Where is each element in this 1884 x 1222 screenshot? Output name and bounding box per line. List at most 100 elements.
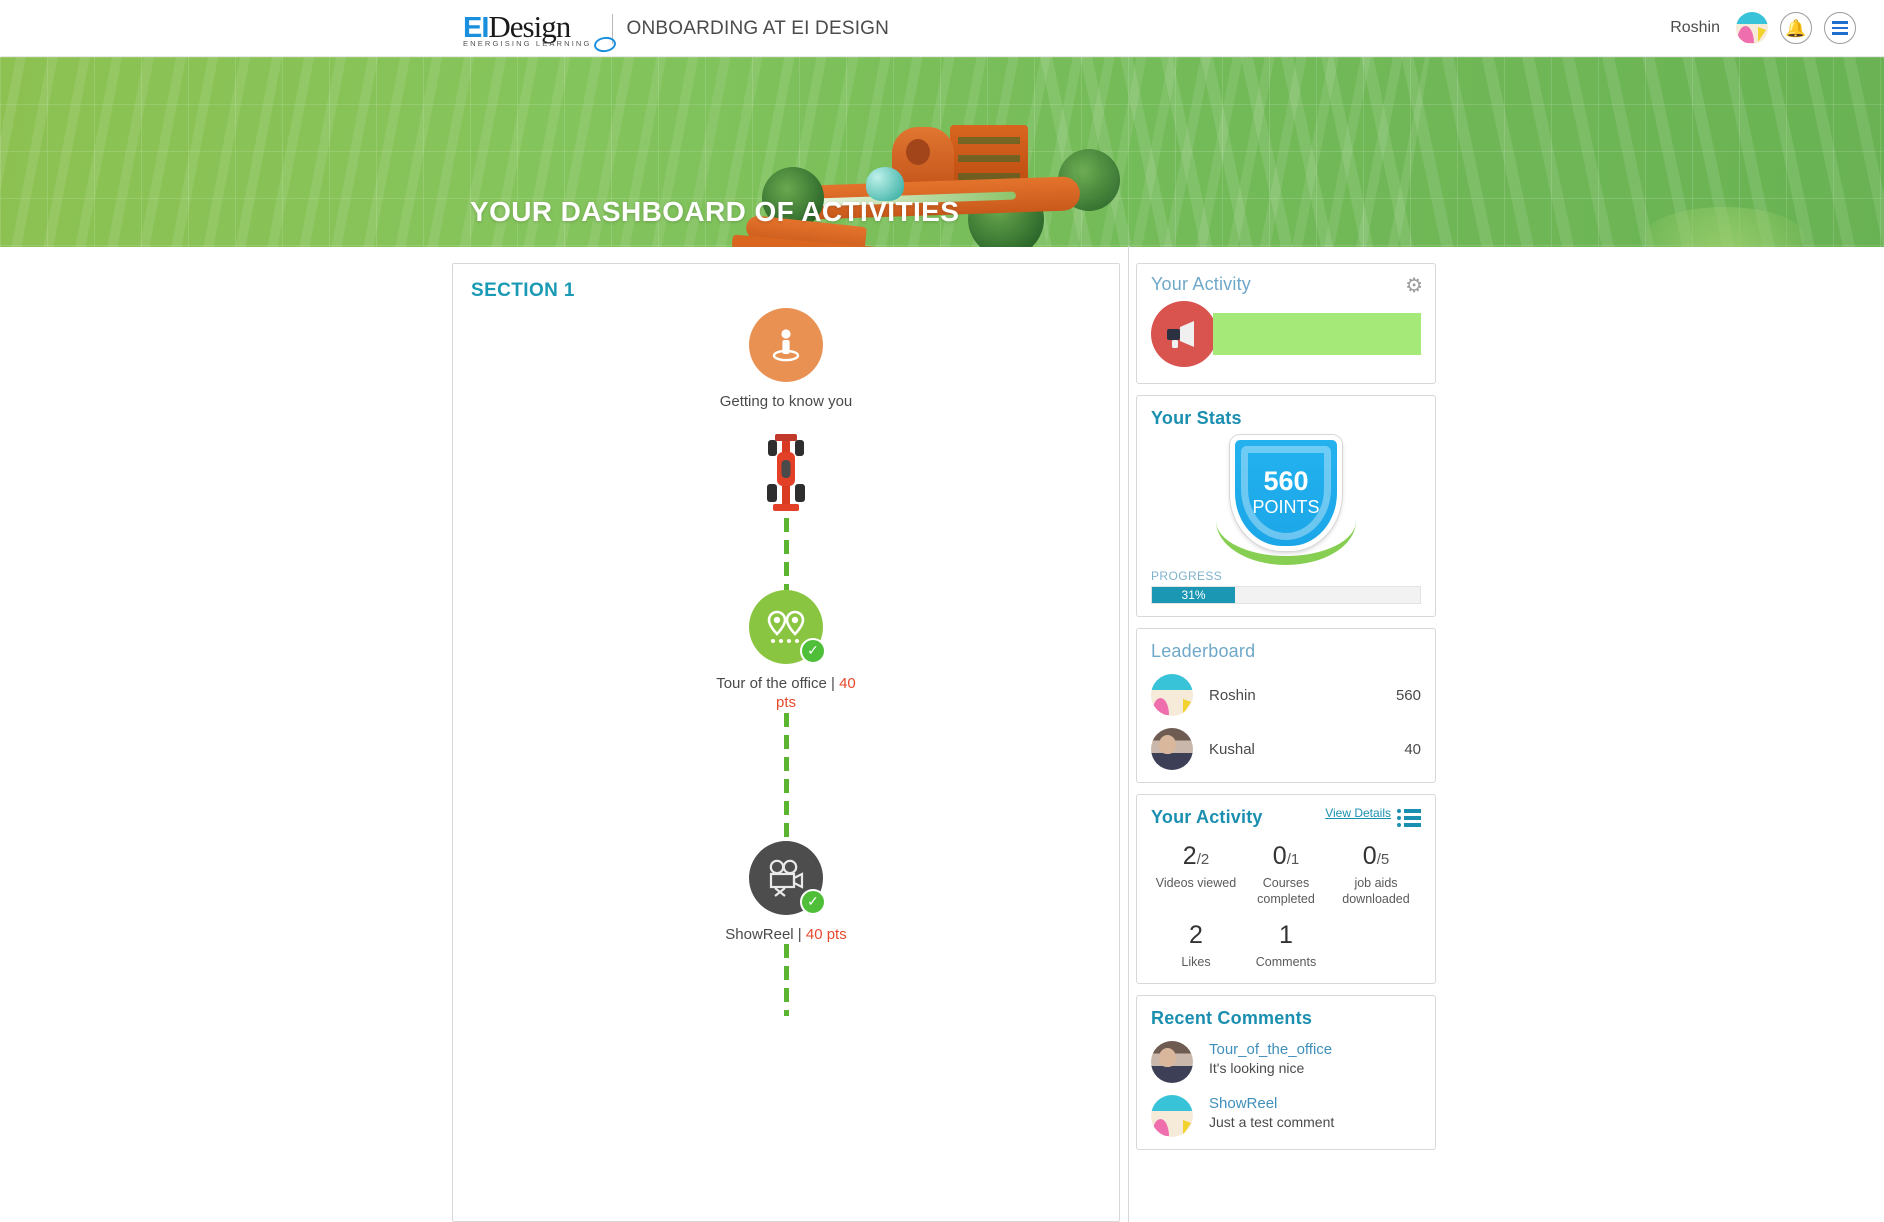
recent-comments-title: Recent Comments: [1151, 1007, 1313, 1028]
comment-text: Just a test comment: [1209, 1113, 1335, 1130]
avatar: [1151, 728, 1193, 770]
activity-stats-row-1: 2/2 Videos viewed 0/1 Courses completed …: [1151, 844, 1421, 907]
path-connector: [783, 517, 789, 590]
stat-job-aids-downloaded: 0/5 job aids downloaded: [1331, 844, 1421, 907]
stat-value: 0/5: [1331, 844, 1421, 869]
top-bar: EIDesign ENERGISING LEARNING ONBOARDING …: [0, 0, 1884, 57]
leaderboard-title: Leaderboard: [1151, 641, 1256, 661]
activity-stats-title: Your Activity: [1151, 807, 1263, 827]
node-points: 40 pts: [805, 925, 847, 943]
stat-label: Courses completed: [1257, 876, 1315, 906]
page-title: YOUR DASHBOARD OF ACTIVITIES: [470, 196, 960, 227]
comment-row[interactable]: Tour_of_the_office It's looking nice: [1151, 1040, 1421, 1083]
announcement-row[interactable]: [1151, 301, 1421, 367]
list-icon[interactable]: [1397, 807, 1421, 827]
stat-number: 0: [1272, 842, 1287, 870]
stat-label: job aids downloaded: [1342, 876, 1410, 906]
announcement-banner: [1213, 313, 1421, 355]
leaderboard-row[interactable]: Roshin 560: [1151, 674, 1421, 716]
node-label-text: Tour of the office |: [716, 674, 840, 692]
leaderboard-name: Roshin: [1209, 686, 1256, 704]
user-name: Roshin: [1670, 19, 1720, 36]
stat-label: Videos viewed: [1155, 876, 1237, 890]
activity-node-label: Getting to know you: [719, 393, 853, 410]
shield-icon: 560 POINTS: [1230, 435, 1342, 551]
menu-button[interactable]: [1824, 12, 1856, 44]
leaderboard-score: 560: [1395, 686, 1421, 704]
activity-node-getting-to-know-you[interactable]: [749, 308, 823, 382]
activity-stats-header: Your Activity View Details: [1151, 806, 1421, 828]
leaderboard-card: Leaderboard Roshin 560 Kushal 40: [1136, 628, 1436, 783]
section-title: SECTION 1: [471, 280, 575, 301]
racecar-progress-marker: [763, 426, 809, 518]
stat-value: 0/1: [1241, 844, 1331, 869]
path-connector: [783, 712, 789, 841]
points-label: POINTS: [1252, 497, 1320, 517]
completed-check-icon: ✓: [800, 637, 826, 664]
activity-card-title: Your Activity: [1151, 274, 1251, 294]
your-stats-card: Your Stats 560 POINTS PROGRESS 31%: [1136, 395, 1436, 617]
stat-total: /2: [1196, 851, 1210, 868]
leaderboard-name: Kushal: [1209, 740, 1255, 758]
activity-node-label: Tour of the office | 40 pts: [706, 674, 866, 713]
activity-announcement-card: Your Activity ⚙: [1136, 263, 1436, 384]
person-on-platform-icon: [772, 329, 800, 362]
movie-camera-icon: [769, 859, 804, 897]
ei-design-logo: EIDesign ENERGISING LEARNING: [463, 11, 617, 54]
avatar: [1151, 1040, 1193, 1083]
gear-icon[interactable]: ⚙: [1405, 276, 1423, 296]
leaderboard-score: 40: [1404, 740, 1421, 758]
avatar: [1151, 674, 1193, 716]
section-1-panel: SECTION 1 Getting to know you ✓ Tour of …: [452, 263, 1120, 1222]
leaderboard-row[interactable]: Kushal 40: [1151, 728, 1421, 770]
path-connector: [783, 944, 789, 1016]
main-content: SECTION 1 Getting to know you ✓ Tour of …: [0, 247, 1884, 1222]
stat-label: Comments: [1255, 955, 1317, 970]
activity-node-label: ShowReel | 40 pts: [725, 925, 846, 945]
course-title: ONBOARDING AT EI DESIGN: [626, 18, 890, 40]
view-details-link[interactable]: View Details: [1325, 806, 1391, 821]
stat-likes: 2 Likes: [1151, 923, 1241, 971]
stat-value: 2/2: [1151, 844, 1241, 869]
activity-path: Getting to know you ✓ Tour of the office…: [471, 308, 1101, 1016]
stats-title: Your Stats: [1151, 408, 1242, 428]
stat-total: /5: [1376, 851, 1390, 868]
avatar: [1151, 1094, 1193, 1137]
progress-label: PROGRESS: [1151, 569, 1223, 583]
stat-total: /1: [1286, 851, 1300, 868]
points-badge: 560 POINTS: [1151, 435, 1421, 567]
comment-title[interactable]: Tour_of_the_office: [1209, 1041, 1332, 1058]
activity-stats-row-2: 2 Likes 1 Comments: [1151, 923, 1421, 971]
completed-check-icon: ✓: [800, 888, 826, 915]
stat-number: 0: [1362, 842, 1377, 870]
map-pins-icon: [767, 610, 805, 643]
content-divider: [1128, 246, 1129, 1222]
megaphone-icon: [1151, 301, 1217, 367]
hero-banner: YOUR DASHBOARD OF ACTIVITIES: [0, 57, 1884, 247]
stat-videos-viewed: 2/2 Videos viewed: [1151, 844, 1241, 907]
node-label-text: ShowReel |: [725, 925, 806, 943]
logo-tagline: ENERGISING LEARNING: [463, 39, 592, 48]
logo-swoosh-icon: [593, 35, 617, 54]
your-activity-stats-card: Your Activity View Details 2/2 Videos vi…: [1136, 794, 1436, 984]
notifications-button[interactable]: 🔔: [1780, 12, 1812, 44]
comment-row[interactable]: ShowReel Just a test comment: [1151, 1094, 1421, 1137]
sidebar: Your Activity ⚙ Your Stats 560 POINTS PR…: [1136, 263, 1436, 1222]
stat-value: 2: [1189, 921, 1203, 950]
brand-logo[interactable]: EIDesign ENERGISING LEARNING ONBOARDING …: [463, 11, 890, 54]
comment-text: It's looking nice: [1209, 1059, 1305, 1076]
points-value: 560: [1263, 466, 1309, 496]
recent-comments-card: Recent Comments Tour_of_the_office It's …: [1136, 994, 1436, 1150]
progress-bar-fill: 31%: [1152, 587, 1236, 603]
activity-node-tour-of-the-office[interactable]: ✓: [749, 589, 826, 664]
stat-number: 2: [1182, 842, 1197, 870]
stat-courses-completed: 0/1 Courses completed: [1241, 844, 1331, 907]
stat-comments: 1 Comments: [1241, 923, 1331, 971]
stat-label: Likes: [1181, 955, 1211, 970]
avatar[interactable]: [1736, 12, 1768, 44]
activity-node-showreel[interactable]: ✓: [749, 840, 826, 915]
progress-bar: 31%: [1151, 586, 1421, 604]
comment-title[interactable]: ShowReel: [1209, 1095, 1334, 1112]
bell-icon: 🔔: [1785, 18, 1807, 38]
stat-value: 1: [1279, 921, 1293, 950]
